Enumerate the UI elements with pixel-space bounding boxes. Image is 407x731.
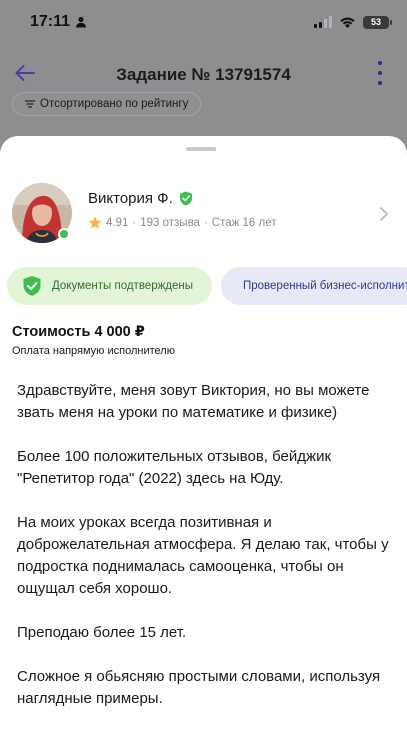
chevron-right-icon [380,207,388,221]
more-menu-button[interactable] [375,61,385,85]
rating-row: 4.91 · 193 отзыва · Стаж 16 лет [88,216,277,229]
documents-badge-label: Документы подтверждены [52,280,194,292]
reviews-count: 193 отзыва [140,216,200,229]
page-title: Задание № 13791574 [116,65,291,84]
separator-dot: · [203,216,208,229]
executor-profile[interactable]: Виктория Ф. 4.91 · 193 отзыва · Стаж 16 … [12,183,397,247]
experience-text: Стаж 16 лет [211,216,277,229]
sort-icon [25,100,35,108]
business-badge-label: Проверенный бизнес-исполнитель [243,280,407,292]
business-verified-badge[interactable]: Проверенный бизнес-исполнитель [221,267,407,305]
separator-dot: · [132,216,137,229]
payment-note: Оплата напрямую исполнителю [12,345,175,357]
verified-shield-icon [179,191,192,206]
clock-text: 17:11 [30,13,71,30]
badges-row[interactable]: Документы подтверждены Проверенный бизне… [7,267,407,305]
sort-chip-label: Отсортировано по рейтингу [40,98,189,110]
wifi-icon [340,17,355,28]
star-icon [88,216,102,229]
status-icons: 53 [314,15,392,29]
dot-icon [378,81,382,85]
offer-message: Здравствуйте, меня зовут Виктория, но вы… [17,380,397,731]
battery-indicator: 53 [363,15,392,29]
executor-bottom-sheet: Виктория Ф. 4.91 · 193 отзыва · Стаж 16 … [0,136,407,731]
message-paragraph: Здравствуйте, меня зовут Виктория, но вы… [17,382,370,421]
dot-icon [378,61,382,65]
offer-price: Стоимость 4 000 ₽ [12,324,145,340]
online-status-indicator [58,228,70,240]
message-paragraph: На моих уроках всегда позитивная и добро… [17,514,389,597]
message-paragraph: Сложное я обьясняю простыми словами, исп… [17,668,381,707]
message-paragraph: Преподаю более 15 лет. [17,624,187,641]
dot-icon [378,71,382,75]
status-bar: 17:11 53 [0,0,407,44]
rating-value: 4.91 [106,216,129,229]
executor-name: Виктория Ф. [88,190,173,207]
sheet-grabber[interactable] [186,147,216,151]
app-header: Задание № 13791574 [0,52,407,96]
documents-verified-badge[interactable]: Документы подтверждены [7,267,212,305]
person-icon [76,16,87,28]
verified-shield-icon [23,276,41,296]
message-paragraph: Более 100 положительных отзывов, бейджик… [17,448,332,487]
sort-chip[interactable]: Отсортировано по рейтингу [12,92,202,116]
name-row: Виктория Ф. [88,190,193,207]
signal-icon [314,16,332,28]
status-time: 17:11 [30,13,87,31]
